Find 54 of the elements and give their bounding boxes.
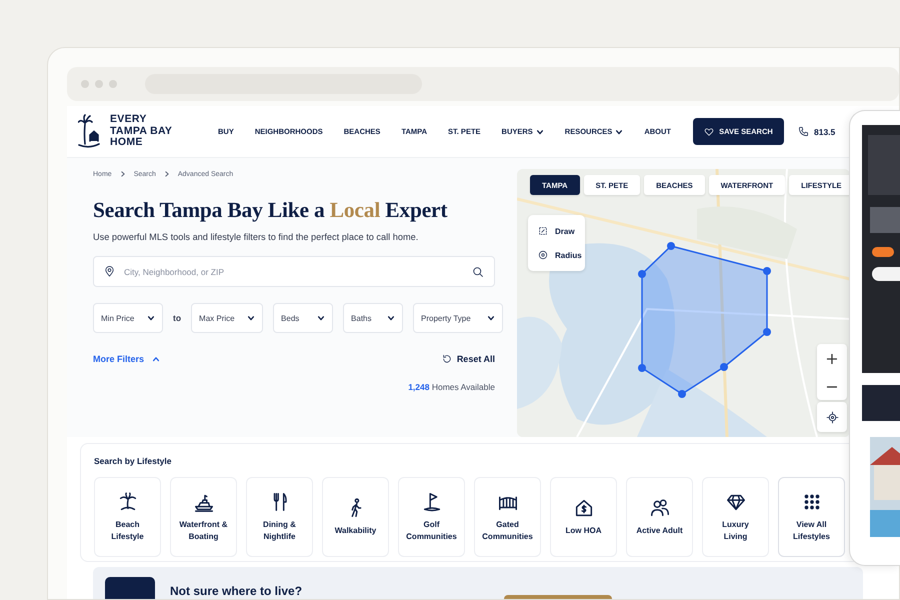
heart-icon	[704, 126, 714, 136]
page-heading: Search Tampa Bay Like a Local Expert	[93, 198, 448, 223]
logo-text: EVERY TAMPA BAY HOME	[110, 114, 172, 149]
chevron-icon	[317, 314, 326, 322]
lifestyle-card[interactable]: Golf Communities	[398, 477, 465, 557]
chevron-icon	[147, 314, 155, 322]
locate-button[interactable]	[817, 402, 847, 432]
lifestyle-card[interactable]: Active Adult	[626, 477, 693, 557]
lifestyle-card[interactable]: Dining & Nightlife	[246, 477, 313, 557]
search-bar[interactable]: City, Neighborhood, or ZIP	[93, 256, 495, 287]
window-dot	[81, 80, 89, 88]
lifestyle-card[interactable]: Waterfront & Boating	[170, 477, 237, 557]
more-filters-toggle[interactable]: More Filters	[93, 354, 160, 364]
results-count: 1,248 Homes Available	[407, 382, 495, 392]
filter-dropdown[interactable]: Max Price	[191, 303, 264, 333]
search-icon	[472, 266, 484, 278]
drawn-area-polygon[interactable]	[638, 242, 771, 398]
chevron-icon	[487, 314, 496, 322]
palm-house-logo-icon	[78, 114, 100, 150]
people-icon	[648, 497, 670, 519]
window-dot	[95, 80, 103, 88]
zoom-out-button[interactable]: −	[817, 372, 847, 400]
window-dot	[109, 80, 117, 88]
phone-icon	[798, 126, 809, 137]
map-tool-button[interactable]: Radius	[528, 243, 585, 267]
lifestyle-card[interactable]: Beach Lifestyle	[94, 477, 161, 557]
draw-shape-icon	[538, 226, 548, 236]
search-input[interactable]: City, Neighborhood, or ZIP	[124, 266, 463, 276]
chevron-icon	[387, 314, 396, 322]
filter-dropdown[interactable]: Baths	[343, 303, 404, 333]
filter-dropdown[interactable]: Property Type	[413, 303, 504, 333]
lifestyle-card[interactable]: Low HOA	[550, 477, 617, 557]
banner-title: Not sure where to live?	[170, 584, 302, 598]
radius-icon	[538, 250, 548, 260]
chevron-right-icon	[164, 171, 170, 177]
subtitle: Use powerful MLS tools and lifestyle filters to find the perfect place to call home.	[93, 232, 420, 242]
lifestyle-card[interactable]: Luxury Living	[702, 477, 769, 557]
section-title: Search by Lifestyle	[94, 455, 172, 467]
range-label: to	[173, 313, 182, 323]
chevron-right-icon	[120, 171, 126, 177]
filter-dropdown[interactable]: Beds	[273, 303, 334, 333]
chevron-icon	[247, 314, 256, 322]
lifestyle-card[interactable]: View All Lifestyles	[778, 477, 845, 557]
reset-icon	[442, 354, 452, 364]
locate-icon	[826, 410, 838, 424]
phone-number[interactable]: 813.5	[814, 126, 836, 136]
reset-all-button[interactable]: Reset All	[442, 354, 495, 364]
filter-dropdown[interactable]: Min Price	[93, 303, 163, 333]
lifestyle-card[interactable]: Walkability	[322, 477, 389, 557]
lifestyle-card[interactable]: Gated Communities	[474, 477, 541, 557]
zoom-in-button[interactable]: +	[817, 344, 847, 372]
location-pin-icon	[104, 266, 115, 277]
chevron-icon	[152, 355, 160, 363]
map-tool-button[interactable]: Draw	[528, 219, 585, 243]
